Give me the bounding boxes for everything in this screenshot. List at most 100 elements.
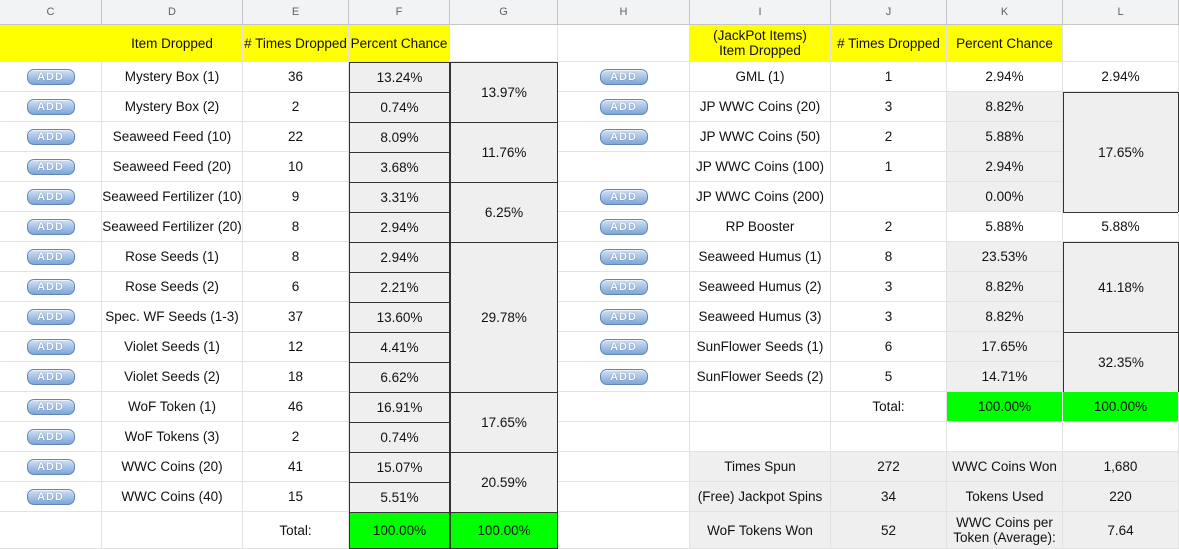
add-button[interactable]: ADD	[26, 98, 75, 115]
column-header-d[interactable]: D	[102, 0, 243, 24]
blank-cell-h	[558, 482, 690, 512]
stat-value: 1,680	[1063, 452, 1179, 482]
right-header-item: (JackPot Items) Item Dropped	[690, 25, 831, 62]
add-button-cell: ADD	[0, 212, 102, 242]
add-button[interactable]: ADD	[599, 308, 648, 325]
spreadsheet-grid: Item Dropped # Times Dropped Percent Chanc…	[0, 25, 1179, 549]
add-button[interactable]: ADD	[26, 218, 75, 235]
right-times-dropped: 3	[831, 272, 947, 302]
add-button[interactable]: ADD	[26, 68, 75, 85]
right-times-dropped: 8	[831, 242, 947, 272]
add-button[interactable]: ADD	[599, 128, 648, 145]
left-times-dropped: 41	[243, 452, 349, 482]
header-blank-g	[450, 25, 558, 62]
column-header-k[interactable]: K	[947, 0, 1063, 24]
add-button-cell: ADD	[0, 122, 102, 152]
right-percent-chance: 5.88%	[947, 122, 1063, 152]
left-item-name: Seaweed Fertilizer (10)	[102, 182, 243, 212]
left-item-name: WWC Coins (40)	[102, 482, 243, 512]
add-button[interactable]: ADD	[26, 368, 75, 385]
add-button[interactable]: ADD	[26, 428, 75, 445]
add-button[interactable]: ADD	[26, 128, 75, 145]
add-button[interactable]: ADD	[599, 338, 648, 355]
left-times-dropped: 2	[243, 422, 349, 452]
header-blank-h	[558, 25, 690, 62]
add-button-cell: ADD	[558, 302, 690, 332]
right-percent-chance: 8.82%	[947, 272, 1063, 302]
add-button[interactable]: ADD	[26, 188, 75, 205]
stat-label: WWC Coins Won	[947, 452, 1063, 482]
right-times-dropped: 2	[831, 212, 947, 242]
right-times-dropped: 1	[831, 152, 947, 182]
column-header-c[interactable]: C	[0, 0, 102, 24]
blank-cell-h	[558, 452, 690, 482]
add-button-cell: ADD	[558, 92, 690, 122]
left-item-name: Rose Seeds (2)	[102, 272, 243, 302]
left-percent-chance: 3.68%	[349, 152, 450, 183]
right-item-name: SunFlower Seeds (1)	[690, 332, 831, 362]
add-button[interactable]: ADD	[599, 98, 648, 115]
column-header-l[interactable]: L	[1063, 0, 1179, 24]
column-header-h[interactable]: H	[558, 0, 690, 24]
add-button[interactable]: ADD	[599, 248, 648, 265]
add-button-cell: ADD	[0, 242, 102, 272]
left-item-name: Seaweed Feed (10)	[102, 122, 243, 152]
add-button[interactable]: ADD	[26, 488, 75, 505]
right-times-dropped: 2	[831, 122, 947, 152]
column-header-e[interactable]: E	[243, 0, 349, 24]
add-button-cell: ADD	[558, 212, 690, 242]
left-percent-chance: 2.94%	[349, 212, 450, 243]
add-button[interactable]: ADD	[26, 158, 75, 175]
left-item-name: Seaweed Fertilizer (20)	[102, 212, 243, 242]
left-times-dropped: 9	[243, 182, 349, 212]
add-button[interactable]: ADD	[599, 368, 648, 385]
stat-label: Tokens Used	[947, 482, 1063, 512]
add-button-cell: ADD	[0, 452, 102, 482]
add-button[interactable]: ADD	[599, 188, 648, 205]
right-item-name: JP WWC Coins (100)	[690, 152, 831, 182]
column-header-g[interactable]: G	[450, 0, 558, 24]
left-percent-chance: 0.74%	[349, 92, 450, 123]
left-times-dropped: 12	[243, 332, 349, 362]
add-button[interactable]: ADD	[599, 218, 648, 235]
left-percent-chance: 2.21%	[349, 272, 450, 303]
stat-value: 52	[831, 512, 947, 549]
right-item-name: JP WWC Coins (50)	[690, 122, 831, 152]
right-item-name: GML (1)	[690, 62, 831, 92]
stat-label: WoF Tokens Won	[690, 512, 831, 549]
add-button[interactable]: ADD	[26, 338, 75, 355]
right-group-percent: 32.35%	[1063, 332, 1179, 393]
add-button-cell: ADD	[0, 62, 102, 92]
left-times-dropped: 10	[243, 152, 349, 182]
left-group-percent: 11.76%	[450, 122, 558, 183]
add-button-cell: ADD	[0, 272, 102, 302]
right-group-percent: 5.88%	[1063, 212, 1179, 242]
blank-cell	[0, 512, 102, 549]
left-item-name: Violet Seeds (1)	[102, 332, 243, 362]
left-percent-chance: 13.60%	[349, 302, 450, 333]
add-button[interactable]: ADD	[26, 458, 75, 475]
right-times-dropped: 6	[831, 332, 947, 362]
right-item-name: SunFlower Seeds (2)	[690, 362, 831, 392]
column-header-f[interactable]: F	[349, 0, 450, 24]
add-button[interactable]: ADD	[26, 248, 75, 265]
blank-cell-h	[558, 422, 690, 452]
add-button[interactable]: ADD	[26, 278, 75, 295]
add-button[interactable]: ADD	[599, 278, 648, 295]
right-group-percent: 41.18%	[1063, 242, 1179, 333]
add-button[interactable]: ADD	[26, 308, 75, 325]
left-group-percent: 13.97%	[450, 62, 558, 123]
column-header-i[interactable]: I	[690, 0, 831, 24]
blank-cell	[1063, 422, 1179, 452]
right-times-dropped: 3	[831, 92, 947, 122]
add-button[interactable]: ADD	[26, 398, 75, 415]
stat-value: 34	[831, 482, 947, 512]
add-button[interactable]: ADD	[599, 68, 648, 85]
column-header-j[interactable]: J	[831, 0, 947, 24]
right-percent-chance: 5.88%	[947, 212, 1063, 242]
left-group-percent: 29.78%	[450, 242, 558, 393]
right-item-name: Seaweed Humus (3)	[690, 302, 831, 332]
left-header-item: Item Dropped	[102, 25, 243, 62]
add-button-cell: ADD	[558, 182, 690, 212]
right-header-percent: Percent Chance	[947, 25, 1063, 62]
